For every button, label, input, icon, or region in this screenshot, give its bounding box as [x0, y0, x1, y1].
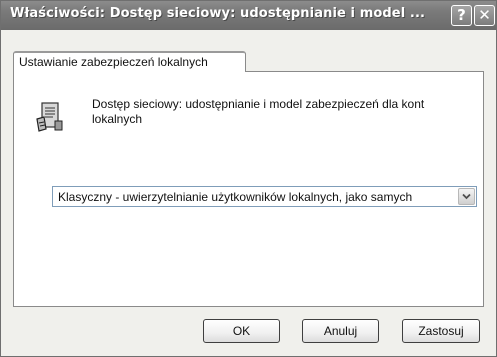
close-button[interactable]: ✕ [474, 5, 495, 26]
policy-document-icon [36, 102, 63, 132]
window-title: Właściwości: Dostęp sieciowy: udostępnia… [10, 6, 426, 21]
title-bar[interactable]: Właściwości: Dostęp sieciowy: udostępnia… [1, 1, 496, 30]
cancel-button[interactable]: Anuluj [302, 319, 379, 343]
apply-button[interactable]: Zastosuj [402, 319, 480, 343]
security-model-select[interactable]: Klasyczny - uwierzytelnianie użytkownikó… [52, 186, 477, 207]
tab-label: Ustawianie zabezpieczeń lokalnych [19, 55, 208, 69]
dropdown-arrow-button[interactable] [458, 188, 475, 205]
security-model-selected-value: Klasyczny - uwierzytelnianie użytkownikó… [58, 190, 413, 204]
ok-button[interactable]: OK [203, 319, 280, 343]
properties-dialog: Właściwości: Dostęp sieciowy: udostępnia… [0, 0, 497, 357]
chevron-down-icon [462, 193, 471, 200]
tab-local-security-setting[interactable]: Ustawianie zabezpieczeń lokalnych [13, 51, 246, 72]
policy-description: Dostęp sieciowy: udostępnianie i model z… [92, 97, 425, 126]
help-button[interactable]: ? [451, 5, 472, 26]
